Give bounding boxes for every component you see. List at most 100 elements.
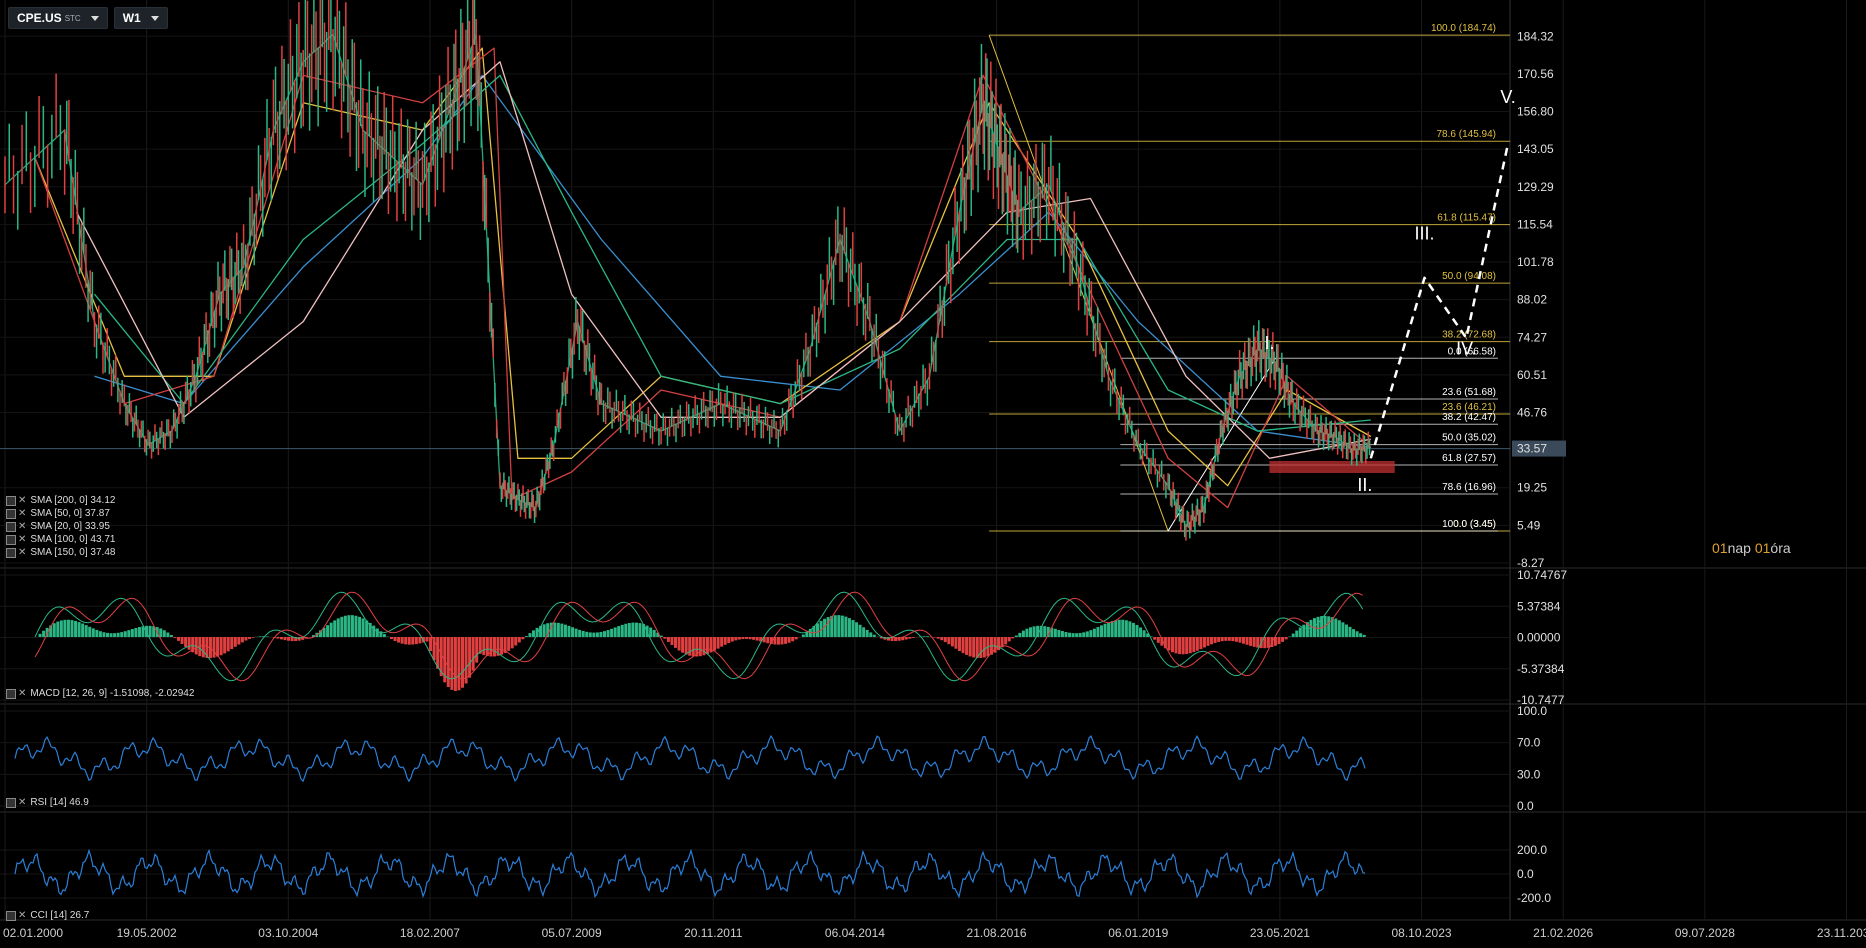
fib-level-label: 78.6 (16.96) [1442,482,1496,493]
close-icon[interactable]: ✕ [18,910,26,921]
macd-histogram-bar [1252,637,1256,647]
macd-histogram-bar [1224,637,1228,641]
date-tick-label: 19.05.2002 [117,926,177,940]
date-tick-label: 09.07.2028 [1675,926,1735,940]
macd-histogram-bar [851,620,855,637]
macd-histogram-bar [847,618,851,637]
macd-tick-label: -5.37384 [1517,662,1565,676]
fib-level-label: 61.8 (115.47) [1437,213,1496,224]
macd-histogram-bar [283,637,287,641]
macd-histogram-bar [418,637,422,644]
macd-histogram-bar [681,637,685,653]
chart-canvas[interactable]: 02.01.2000 19.05.2002 03.10.2004 18.02.2007… [0,0,1866,948]
settings-icon[interactable] [6,521,16,532]
legend-rsi[interactable]: ✕ RSI [14] 46.9 [6,796,89,809]
macd-histogram-bar [1156,637,1160,643]
close-icon[interactable]: ✕ [18,521,26,532]
close-icon[interactable]: ✕ [18,547,26,558]
price-tick-label: 143.05 [1517,142,1554,156]
macd-histogram-bar [1085,631,1089,637]
macd-histogram-bar [652,629,656,637]
macd-histogram-bar [862,627,866,637]
macd-histogram-bar [666,637,670,642]
macd-histogram-bar [212,637,216,658]
macd-histogram-bar [429,637,433,652]
macd-histogram-bar [578,629,582,637]
date-tick-label: 18.02.2007 [400,926,460,940]
macd-histogram-bar [38,633,42,637]
macd-histogram-bar [1174,637,1178,654]
legend-macd[interactable]: ✕ MACD [12, 26, 9] -1.51098, -2.02942 [6,687,194,700]
close-icon[interactable]: ✕ [18,508,26,519]
macd-histogram-bar [528,633,532,637]
macd-histogram-bar [1316,616,1320,637]
macd-histogram-bar [517,637,521,643]
symbol-selector[interactable]: CPE.US STC [8,7,108,29]
macd-histogram-bar [98,631,102,637]
macd-histogram-bar [1018,632,1022,637]
macd-histogram-bar [1142,630,1146,637]
countdown-days-unit: nap [1727,540,1751,556]
macd-histogram-bar [542,624,546,637]
settings-icon[interactable] [6,797,16,808]
macd-histogram-bar [347,615,351,637]
price-tick-label: 115.54 [1517,217,1553,231]
macd-histogram-bar [720,637,724,647]
fib-level-label: 50.0 (35.02) [1442,433,1496,444]
macd-histogram-bar [340,616,344,637]
date-tick-label: 21.02.2026 [1533,926,1593,940]
interval-selector[interactable]: W1 [113,7,168,29]
close-icon[interactable]: ✕ [18,797,26,808]
macd-histogram-bar [677,637,681,651]
macd-histogram-bar [233,637,237,647]
macd-histogram-bar [521,637,525,640]
settings-icon[interactable] [6,688,16,699]
price-tick-label: 88.02 [1517,293,1547,307]
macd-histogram-bar [791,637,795,642]
macd-histogram-bar [592,632,596,637]
macd-histogram-bar [649,627,653,637]
macd-histogram-bar [230,637,234,650]
macd-histogram-bar [1210,637,1214,645]
settings-icon[interactable] [6,910,16,921]
macd-histogram-bar [106,632,109,637]
macd-histogram-bar [500,637,504,655]
macd-histogram-bar [908,637,912,639]
macd-histogram-bar [794,637,798,640]
legend-sma-50[interactable]: ✕ SMA [50, 0] 37.87 [6,507,115,520]
macd-histogram-bar [397,637,401,643]
macd-histogram-bar [226,637,230,652]
legend-sma-20[interactable]: ✕ SMA [20, 0] 33.95 [6,520,115,533]
macd-histogram-bar [1284,637,1288,640]
macd-histogram-bar [1188,637,1192,654]
settings-icon[interactable] [6,534,16,545]
macd-histogram-bar [464,637,468,684]
legend-text: SMA [50, 0] 37.87 [30,508,110,519]
price-tick-label: 46.76 [1517,405,1547,419]
macd-histogram-bar [287,637,291,641]
legend-sma-100[interactable]: ✕ SMA [100, 0] 43.71 [6,533,115,546]
macd-histogram-bar [1029,627,1032,637]
legend-sma-150[interactable]: ✕ SMA [150, 0] 37.48 [6,546,115,559]
macd-histogram-bar [1249,637,1253,646]
close-icon[interactable]: ✕ [18,688,26,699]
date-tick-label: 02.01.2000 [3,926,63,940]
cci-tick-label: 200.0 [1517,843,1547,857]
settings-icon[interactable] [6,508,16,519]
date-tick-label: 08.10.2023 [1392,926,1452,940]
macd-histogram-bar [1327,616,1331,637]
countdown-hours: 01 [1754,540,1771,556]
fib-level-label: 78.6 (145.94) [1437,129,1497,140]
cci-tick-label: 0.0 [1517,867,1534,881]
macd-histogram-bar [780,637,784,645]
close-icon[interactable]: ✕ [18,534,26,545]
legend-sma-200[interactable]: ✕ SMA [200, 0] 34.12 [6,494,115,507]
close-icon[interactable]: ✕ [18,495,26,506]
macd-histogram-bar [1114,620,1118,637]
macd-histogram-bar [251,637,255,638]
settings-icon[interactable] [6,495,16,506]
legend-cci[interactable]: ✕ CCI [14] 26.7 [6,909,89,922]
macd-histogram-bar [1277,637,1281,645]
macd-histogram-bar [560,623,564,637]
settings-icon[interactable] [6,547,16,558]
